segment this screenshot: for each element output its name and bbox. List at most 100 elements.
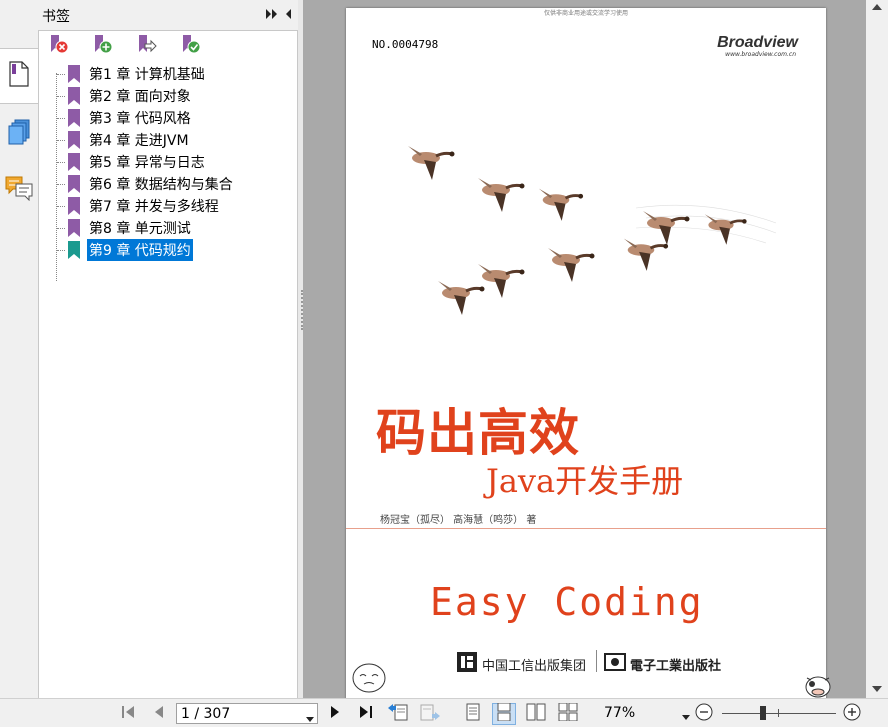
previous-page-button[interactable] (150, 703, 168, 725)
book-title: 码出高效 (376, 403, 580, 462)
next-page-button[interactable] (326, 703, 344, 725)
continuous-view-button[interactable] (492, 702, 516, 725)
bookmark-label: 第8 章 单元测试 (89, 221, 191, 237)
mascot-face-icon (351, 662, 387, 698)
bookmark-icon (67, 153, 81, 171)
page-number-field[interactable]: 1 / 307 (176, 703, 318, 724)
bookmark-item[interactable]: 第4 章 走进JVM (39, 129, 297, 151)
scroll-down-arrow-icon[interactable] (871, 684, 883, 694)
navigation-toolbar: 1 / 307 77% (0, 698, 888, 727)
bookmark-toolbar (47, 35, 203, 59)
cover-rule (346, 528, 826, 529)
publisher-group-name: 中国工信出版集团 (482, 658, 587, 674)
geese-illustration (408, 146, 777, 315)
publisher-url: www.broadview.com.cn (725, 51, 796, 58)
publisher-group: 中国工信出版集团 (456, 651, 586, 677)
bookmark-properties-button[interactable] (179, 35, 203, 59)
english-title: Easy Coding (430, 580, 704, 624)
cover-number: NO.0004798 (372, 38, 439, 51)
bookmark-item[interactable]: 第7 章 并发与多线程 (39, 195, 297, 217)
pages-icon (7, 119, 31, 149)
zoom-slider-track[interactable] (722, 713, 836, 714)
delete-bookmark-button[interactable] (47, 35, 71, 59)
goose-icon (478, 264, 525, 298)
expand-panel-icon[interactable] (266, 8, 278, 24)
goose-icon (478, 178, 525, 212)
bookmarks-panel: 第1 章 计算机基础 第2 章 面向对象 第3 章 代码风格 第4 章 走进JVM 第5… (38, 30, 298, 698)
comments-tab[interactable] (0, 162, 38, 218)
bookmark-icon (67, 175, 81, 193)
facing-view-button[interactable] (524, 703, 548, 725)
goose-icon (548, 248, 595, 282)
collapse-panel-icon[interactable] (284, 8, 292, 24)
bookmarks-tab[interactable] (0, 48, 38, 104)
panel-title: 书签 (42, 9, 70, 25)
bookmark-item[interactable]: 第6 章 数据结构与集合 (39, 173, 297, 195)
bookmark-icon (67, 219, 81, 237)
page-dropdown-icon[interactable] (306, 710, 314, 726)
pages-tab[interactable] (0, 106, 38, 162)
scroll-up-arrow-icon[interactable] (871, 2, 883, 12)
book-authors: 杨冠宝（孤尽） 高海慧（鸣莎） 著 (380, 515, 537, 526)
bookmark-item[interactable]: 第3 章 代码风格 (39, 107, 297, 129)
zoom-in-icon (843, 703, 861, 725)
previous-view-icon (387, 702, 409, 726)
bookmark-label: 第3 章 代码风格 (89, 111, 191, 127)
bookmark-icon (67, 241, 81, 259)
bookmark-item[interactable]: 第8 章 单元测试 (39, 217, 297, 239)
document-view[interactable]: 仅供非商业用途或交流学习使用 NO.0004798 Broadview www.… (303, 0, 866, 698)
bookmark-icon (67, 65, 81, 83)
bookmark-icon (67, 131, 81, 149)
zoom-out-button[interactable] (694, 703, 714, 725)
bookmark-item[interactable]: 第5 章 异常与日志 (39, 151, 297, 173)
goose-icon (408, 146, 455, 180)
continuous-page-icon (496, 702, 512, 725)
zoom-slider-thumb[interactable] (760, 706, 766, 720)
publisher-house-logo-icon (604, 651, 626, 677)
bookmark-icon (67, 87, 81, 105)
cow-mascot-icon (803, 672, 833, 698)
comments-icon (5, 175, 33, 205)
zoom-dropdown-icon[interactable] (682, 709, 690, 724)
next-view-button[interactable] (418, 703, 442, 725)
bookmark-icon (67, 109, 81, 127)
add-bookmark-icon (92, 34, 114, 60)
bookmark-item[interactable]: 第1 章 计算机基础 (39, 63, 297, 85)
goose-icon (704, 214, 747, 245)
last-page-icon (358, 704, 374, 724)
previous-view-button[interactable] (386, 703, 410, 725)
publisher-brand: Broadview (717, 34, 798, 51)
goose-icon (438, 281, 485, 315)
first-page-button[interactable] (118, 703, 138, 725)
next-view-icon (419, 702, 441, 726)
bookmark-label: 第1 章 计算机基础 (89, 67, 205, 83)
facing-page-icon (526, 703, 546, 725)
bookmark-label: 第6 章 数据结构与集合 (89, 177, 233, 193)
continuous-facing-icon (558, 702, 578, 725)
bookmark-item[interactable]: 第9 章 代码规约 (39, 239, 297, 261)
continuous-facing-view-button[interactable] (556, 702, 580, 725)
bookmark-label: 第4 章 走进JVM (89, 133, 189, 149)
goose-icon (538, 188, 584, 221)
add-bookmark-button[interactable] (91, 35, 115, 59)
publisher-house-name: 電子工業出版社 (630, 658, 722, 674)
bookmark-tree: 第1 章 计算机基础 第2 章 面向对象 第3 章 代码风格 第4 章 走进JVM 第5… (39, 63, 297, 281)
bookmark-label: 第5 章 异常与日志 (89, 155, 205, 171)
bookmark-label: 第7 章 并发与多线程 (89, 199, 219, 215)
last-page-button[interactable] (356, 703, 376, 725)
page-number-value: 1 / 307 (181, 705, 231, 722)
first-page-icon (120, 704, 136, 724)
single-page-icon (465, 703, 481, 725)
zoom-value[interactable]: 77% (604, 705, 684, 721)
bookmark-label: 第2 章 面向对象 (89, 89, 191, 105)
page-icon (8, 61, 30, 91)
move-bookmark-button[interactable] (135, 35, 159, 59)
side-rail (0, 0, 38, 698)
single-page-view-button[interactable] (462, 703, 484, 725)
previous-page-icon (153, 704, 165, 724)
zoom-in-button[interactable] (842, 703, 862, 725)
publisher-group-logo-icon (456, 651, 478, 677)
pdf-page: 仅供非商业用途或交流学习使用 NO.0004798 Broadview www.… (346, 8, 826, 698)
bookmark-item[interactable]: 第2 章 面向对象 (39, 85, 297, 107)
vertical-scrollbar[interactable] (866, 0, 888, 698)
